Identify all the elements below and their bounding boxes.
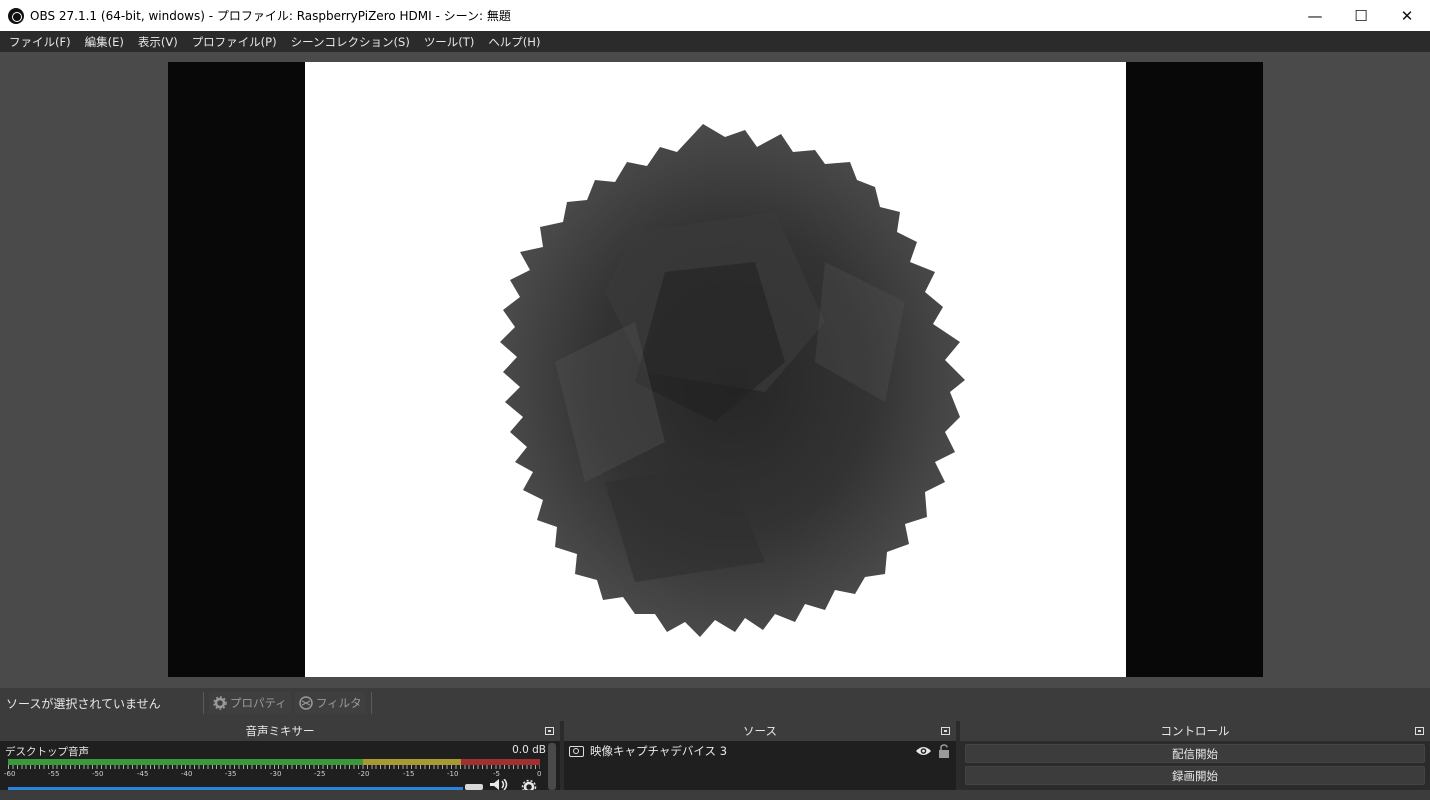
gear-icon[interactable] <box>521 779 537 790</box>
source-toolbar: ソースが選択されていません プロパティ フィルタ <box>0 688 1430 718</box>
meter-ticks <box>8 765 540 769</box>
lock-icon[interactable] <box>938 744 950 758</box>
minimize-button[interactable]: — <box>1292 0 1338 31</box>
controls-title: コントロール <box>1160 724 1230 738</box>
maximize-button[interactable]: ☐ <box>1338 0 1384 31</box>
meter-tick-label: -40 <box>181 770 193 778</box>
bottom-docks: 音声ミキサー デスクトップ音声 0.0 dB -60 -55 -50 -45 -… <box>0 721 1430 790</box>
camera-icon <box>569 745 584 757</box>
meter-tick-label: -50 <box>92 770 104 778</box>
start-streaming-button[interactable]: 配信開始 <box>965 744 1425 763</box>
menu-help[interactable]: ヘルプ(H) <box>483 34 545 50</box>
window-title: OBS 27.1.1 (64-bit, windows) - プロファイル: R… <box>30 9 511 23</box>
toolbar-divider <box>370 692 372 714</box>
sources-title: ソース <box>743 724 777 738</box>
meter-tick-label: -20 <box>358 770 370 778</box>
captured-video-frame <box>305 62 1126 677</box>
undock-icon[interactable] <box>941 727 950 735</box>
controls-body: 配信開始 録画開始 <box>960 741 1430 790</box>
menu-view[interactable]: 表示(V) <box>133 34 183 50</box>
close-button[interactable]: ✕ <box>1384 0 1430 31</box>
eye-icon[interactable] <box>915 745 932 757</box>
audio-mixer-title: 音声ミキサー <box>245 724 315 738</box>
undock-icon[interactable] <box>545 727 554 735</box>
menu-edit[interactable]: 編集(E) <box>80 34 129 50</box>
sources-header: ソース <box>564 721 956 741</box>
list-item[interactable]: 映像キャプチャデバイス 3 <box>564 741 954 761</box>
mixer-channel-name: デスクトップ音声 <box>5 746 89 758</box>
controls-dock: コントロール 配信開始 録画開始 <box>960 721 1430 790</box>
preview-area <box>0 52 1430 688</box>
properties-button[interactable]: プロパティ <box>209 692 291 714</box>
meter-tick-label: 0 <box>537 770 542 778</box>
mixer-volume-db: 0.0 dB <box>512 744 546 756</box>
speaker-icon[interactable] <box>489 779 509 790</box>
menu-bar: ファイル(F) 編集(E) 表示(V) プロファイル(P) シーンコレクション(… <box>0 31 1430 52</box>
sources-dock: ソース 映像キャプチャデバイス 3 <box>564 721 956 790</box>
undock-icon[interactable] <box>1415 727 1424 735</box>
audio-mixer-body: デスクトップ音声 0.0 dB -60 -55 -50 -45 -40 -35 … <box>0 741 560 790</box>
gear-icon <box>213 696 227 710</box>
meter-tick-label: -55 <box>48 770 60 778</box>
controls-header: コントロール <box>960 721 1430 741</box>
filter-icon <box>299 696 313 710</box>
mixer-scrollbar[interactable] <box>548 743 556 790</box>
filters-button[interactable]: フィルタ <box>294 692 366 714</box>
no-source-selected-label: ソースが選択されていません <box>6 696 161 711</box>
meter-tick-label: -35 <box>225 770 237 778</box>
audio-mixer-dock: 音声ミキサー デスクトップ音声 0.0 dB -60 -55 -50 -45 -… <box>0 721 560 790</box>
properties-label: プロパティ <box>230 696 287 710</box>
start-recording-button[interactable]: 録画開始 <box>965 766 1425 785</box>
menu-scene-collection[interactable]: シーンコレクション(S) <box>286 34 415 50</box>
flower-image <box>500 124 965 637</box>
volume-slider-track[interactable] <box>8 787 463 790</box>
preview-canvas[interactable] <box>168 62 1263 677</box>
filters-label: フィルタ <box>315 696 362 710</box>
title-bar: OBS 27.1.1 (64-bit, windows) - プロファイル: R… <box>0 0 1430 31</box>
menu-file[interactable]: ファイル(F) <box>4 34 76 50</box>
meter-tick-label: -60 <box>4 770 16 778</box>
meter-tick-label: -5 <box>493 770 500 778</box>
menu-profile[interactable]: プロファイル(P) <box>187 34 282 50</box>
sources-list: 映像キャプチャデバイス 3 <box>564 741 956 790</box>
obs-logo-icon <box>8 7 24 24</box>
source-name: 映像キャプチャデバイス 3 <box>590 744 728 758</box>
meter-tick-label: -15 <box>403 770 415 778</box>
audio-mixer-header: 音声ミキサー <box>0 721 560 741</box>
meter-tick-labels: -60 -55 -50 -45 -40 -35 -30 -25 -20 -15 … <box>4 770 544 779</box>
toolbar-divider <box>203 692 204 714</box>
volume-slider-handle[interactable] <box>465 784 483 790</box>
meter-tick-label: -10 <box>447 770 459 778</box>
meter-tick-label: -25 <box>314 770 326 778</box>
meter-tick-label: -45 <box>137 770 149 778</box>
meter-tick-label: -30 <box>270 770 282 778</box>
menu-tools[interactable]: ツール(T) <box>419 34 480 50</box>
